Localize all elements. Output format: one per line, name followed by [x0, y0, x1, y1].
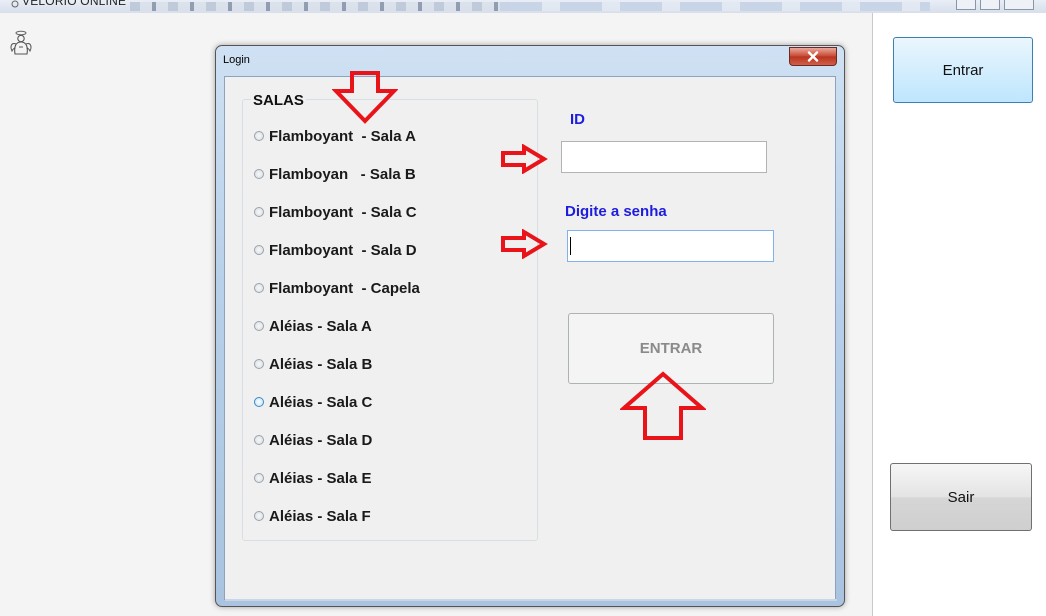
- room-radio-flamboyant-sala-c[interactable]: Flamboyant - Sala C: [254, 202, 417, 222]
- room-label: Aléias - Sala A: [269, 317, 372, 335]
- room-label: Aléias - Sala B: [269, 355, 373, 373]
- right-arrow-annotation-icon: [501, 144, 548, 174]
- id-label: ID: [570, 111, 585, 128]
- minimize-button[interactable]: [956, 0, 976, 10]
- dialog-title: Login: [223, 54, 250, 66]
- taskbar-strip: [500, 2, 930, 11]
- radio-button[interactable]: [254, 131, 264, 141]
- room-radio-aleias-sala-a[interactable]: Aléias - Sala A: [254, 316, 372, 336]
- radio-button[interactable]: [254, 283, 264, 293]
- dialog-bottom-edge: [225, 599, 837, 601]
- radio-button[interactable]: [254, 359, 264, 369]
- room-radio-aleias-sala-c[interactable]: Aléias - Sala C: [254, 392, 372, 412]
- radio-button[interactable]: [254, 511, 264, 521]
- app-icon: [11, 0, 19, 8]
- close-button[interactable]: [789, 47, 837, 66]
- room-label: Flamboyant - Capela: [269, 279, 420, 297]
- text-caret: [570, 237, 571, 255]
- room-label: Aléias - Sala D: [269, 431, 373, 449]
- rooms-groupbox: SALAS Flamboyant - Sala A Flamboyan - Sa…: [242, 92, 538, 541]
- room-label: Flamboyan - Sala B: [269, 165, 416, 183]
- window-close-button[interactable]: [1004, 0, 1034, 10]
- room-radio-flamboyant-capela[interactable]: Flamboyant - Capela: [254, 278, 420, 298]
- rooms-group-title: SALAS: [251, 92, 306, 109]
- room-radio-flamboyant-sala-d[interactable]: Flamboyant - Sala D: [254, 240, 417, 260]
- radio-button[interactable]: [254, 397, 264, 407]
- maximize-button[interactable]: [980, 0, 1000, 10]
- login-dialog: Login SALAS Flamboyant - Sala A Flamboya…: [215, 45, 845, 607]
- room-radio-flamboyant-sala-a[interactable]: Flamboyant - Sala A: [254, 126, 416, 146]
- room-label: Flamboyant - Sala C: [269, 203, 417, 221]
- room-label: Flamboyant - Sala A: [269, 127, 416, 145]
- right-arrow-annotation-icon: [501, 229, 548, 259]
- enter-button[interactable]: Entrar: [893, 37, 1033, 103]
- room-radio-aleias-sala-b[interactable]: Aléias - Sala B: [254, 354, 372, 374]
- toolbar-strip: [130, 2, 510, 11]
- room-label: Aléias - Sala E: [269, 469, 372, 487]
- room-radio-aleias-sala-e[interactable]: Aléias - Sala E: [254, 468, 372, 488]
- radio-button[interactable]: [254, 245, 264, 255]
- room-radio-aleias-sala-f[interactable]: Aléias - Sala F: [254, 506, 371, 526]
- close-icon: [807, 51, 819, 62]
- app-title-bar: VELÓRIO ONLINE: [0, 0, 1046, 13]
- room-label: Aléias - Sala C: [269, 393, 373, 411]
- app-title: VELÓRIO ONLINE: [22, 0, 127, 8]
- password-input[interactable]: [567, 230, 774, 262]
- radio-button[interactable]: [254, 321, 264, 331]
- up-arrow-annotation-icon: [620, 371, 706, 440]
- radio-button[interactable]: [254, 473, 264, 483]
- room-radio-flamboyan-sala-b[interactable]: Flamboyan - Sala B: [254, 164, 416, 184]
- room-radio-aleias-sala-d[interactable]: Aléias - Sala D: [254, 430, 372, 450]
- radio-button[interactable]: [254, 207, 264, 217]
- down-arrow-annotation-icon: [332, 71, 398, 124]
- room-label: Flamboyant - Sala D: [269, 241, 417, 259]
- radio-button[interactable]: [254, 435, 264, 445]
- password-label: Digite a senha: [565, 203, 667, 220]
- id-input[interactable]: [561, 141, 767, 173]
- room-label: Aléias - Sala F: [269, 507, 371, 525]
- exit-button[interactable]: Sair: [890, 463, 1032, 531]
- angel-icon: [10, 30, 32, 55]
- radio-button[interactable]: [254, 169, 264, 179]
